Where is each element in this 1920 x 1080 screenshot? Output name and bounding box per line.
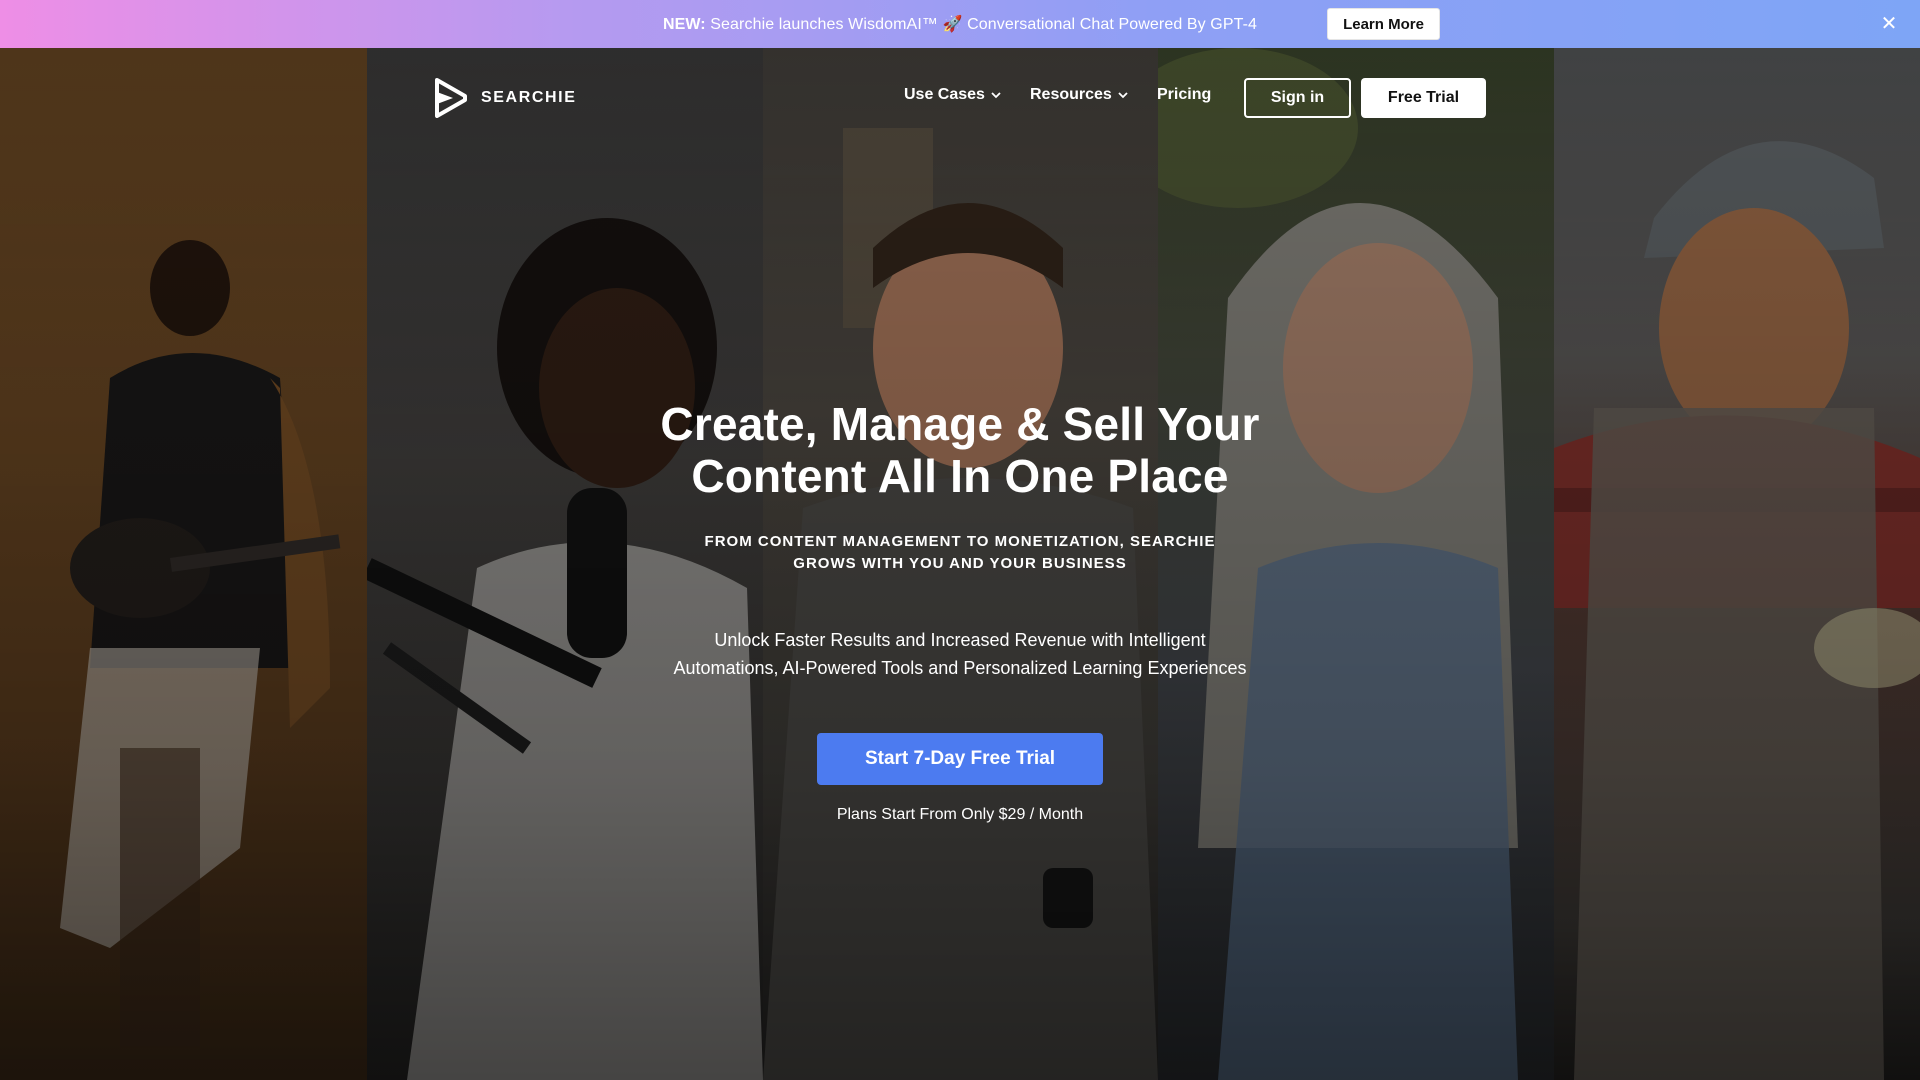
main-nav: SEARCHIE Use Cases Resources Pricing Sig… [0,48,1920,148]
hero-content: Create, Manage & Sell Your Content All I… [0,0,1920,1080]
sign-in-button[interactable]: Sign in [1244,78,1351,118]
announcement-text: NEW: Searchie launches WisdomAI™ 🚀 Conve… [663,14,1257,34]
hero-description-line2: Automations, AI-Powered Tools and Person… [673,658,1247,678]
free-trial-button[interactable]: Free Trial [1361,78,1486,118]
searchie-logo[interactable]: SEARCHIE [433,78,576,118]
announcement-new-label: NEW: [662,16,706,33]
nav-use-cases[interactable]: Use Cases [904,86,1001,104]
chevron-down-icon [1118,92,1128,99]
logo-text: SEARCHIE [481,89,577,106]
chevron-down-icon [991,92,1001,99]
nav-pricing-label: Pricing [1157,86,1212,103]
hero-subheading-line2: GROWS WITH YOU AND YOUR BUSINESS [793,555,1127,572]
start-free-trial-button[interactable]: Start 7-Day Free Trial [817,733,1103,785]
plans-note: Plans Start From Only $29 / Month [836,806,1084,823]
announcement-bar: NEW: Searchie launches WisdomAI™ 🚀 Conve… [0,0,1920,48]
announcement-message: Searchie launches WisdomAI™ 🚀 Conversati… [710,16,1258,33]
nav-use-cases-label: Use Cases [904,86,985,103]
learn-more-button[interactable]: Learn More [1327,8,1440,40]
searchie-logo-icon [435,78,467,118]
hero-description: Unlock Faster Results and Increased Reve… [610,626,1310,682]
hero-headline: Create, Manage & Sell Your Content All I… [560,398,1360,502]
hero-description-line1: Unlock Faster Results and Increased Reve… [714,630,1206,650]
nav-resources-label: Resources [1030,86,1112,103]
close-icon[interactable]: ✕ [1878,12,1900,35]
hero-subheading-line1: FROM CONTENT MANAGEMENT TO MONETIZATION,… [704,533,1216,550]
hero-subheading: FROM CONTENT MANAGEMENT TO MONETIZATION,… [660,531,1260,575]
hero-headline-line2: Content All In One Place [691,450,1229,502]
hero-headline-line1: Create, Manage & Sell Your [660,398,1260,450]
nav-pricing[interactable]: Pricing [1157,86,1211,104]
nav-resources[interactable]: Resources [1030,86,1128,104]
